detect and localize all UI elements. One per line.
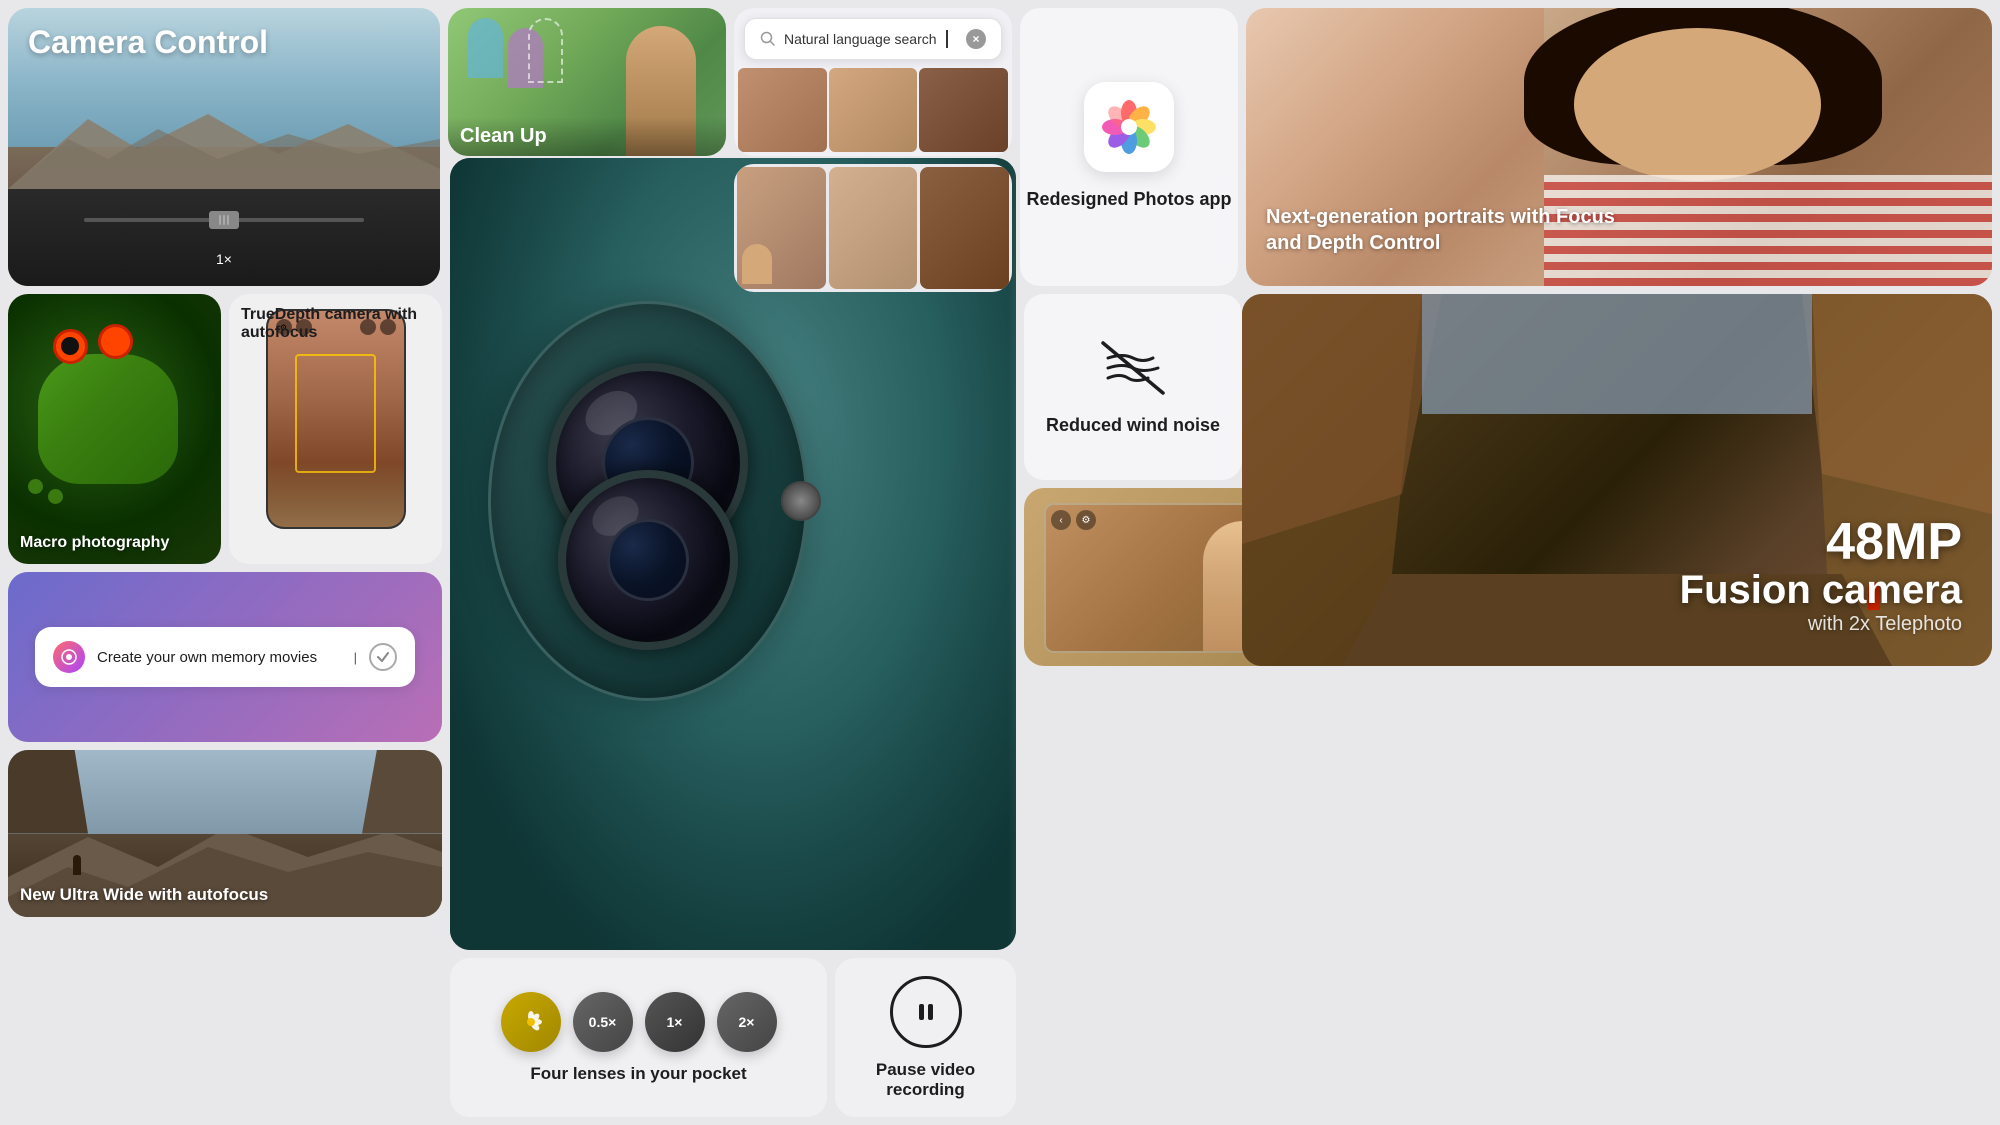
fusion-48mp-tile: 48MP Fusion camera with 2x Telephoto — [1242, 294, 1992, 666]
photos-icon-graphic — [1099, 97, 1159, 157]
page: 1× Camera Control Clean Up — [0, 0, 2000, 1125]
macro-tile: Macro photography — [8, 294, 221, 564]
macro-title: Macro photography — [20, 534, 169, 552]
camera-control-tile: 1× Camera Control — [8, 8, 440, 286]
one-zoom-label: 1× — [667, 1014, 683, 1030]
two-zoom-label: 2× — [739, 1014, 755, 1030]
search-icon — [760, 31, 776, 47]
fusion-subtitle: with 2x Telephoto — [1680, 613, 1962, 636]
truedepth-tile: ⚙ TrueDepth camera with autofocus — [229, 294, 442, 564]
checkmark-icon — [376, 650, 390, 664]
two-zoom-button[interactable]: 2× — [717, 992, 777, 1052]
wind-noise-tile: Reduced wind noise — [1024, 294, 1242, 480]
fusion-48mp-title: 48MP — [1680, 516, 1962, 568]
cursor-blink: | — [354, 650, 357, 665]
natural-language-search-bar[interactable]: Natural language search × — [744, 18, 1002, 60]
memory-movies-prompt: Create your own memory movies — [97, 649, 342, 666]
one-zoom-button[interactable]: 1× — [645, 992, 705, 1052]
portraits-title: Next-generation portraits with Focus and… — [1266, 204, 1616, 256]
macro-zoom-button[interactable] — [501, 992, 561, 1052]
pause-video-tile: Pause video recording — [835, 958, 1016, 1117]
zoom-level: 1× — [216, 251, 232, 267]
memory-movies-input[interactable]: Create your own memory movies | — [35, 627, 415, 687]
photos-app-title: Redesigned Photos app — [1026, 188, 1231, 211]
fusion-title-2: Fusion camera — [1680, 568, 1962, 613]
clean-up-title: Clean Up — [460, 125, 714, 148]
clean-up-tile: Clean Up — [448, 8, 726, 156]
clear-search-button[interactable]: × — [966, 29, 986, 49]
reduced-wind-icon — [1098, 338, 1168, 398]
wind-noise-icon — [1098, 338, 1168, 407]
camera-control-title: Camera Control — [28, 24, 268, 61]
photo-grid-tile — [734, 164, 1012, 292]
zoom-buttons: 0.5× 1× 2× — [501, 992, 777, 1052]
truedepth-title: TrueDepth camera with autofocus — [241, 306, 430, 342]
memory-movies-tile: Create your own memory movies | — [8, 572, 442, 742]
half-zoom-label: 0.5× — [589, 1014, 617, 1030]
ultra-wide-title: New Ultra Wide with autofocus — [20, 885, 268, 905]
search-tile: Natural language search × — [734, 8, 1012, 156]
confirm-button[interactable] — [369, 643, 397, 671]
four-lenses-tile: 0.5× 1× 2× Four lenses in your pocket — [450, 958, 827, 1117]
pause-icon — [914, 1000, 938, 1024]
pause-video-title: Pause video recording — [850, 1060, 1001, 1100]
four-lenses-title: Four lenses in your pocket — [530, 1064, 746, 1084]
apple-intelligence-icon — [53, 641, 85, 673]
photos-app-icon — [1084, 82, 1174, 172]
pause-video-button[interactable] — [890, 976, 962, 1048]
photos-app-tile: Redesigned Photos app — [1020, 8, 1238, 286]
half-zoom-button[interactable]: 0.5× — [573, 992, 633, 1052]
portraits-tile: Next-generation portraits with Focus and… — [1246, 8, 1992, 286]
ultra-wide-tile: New Ultra Wide with autofocus — [8, 750, 442, 917]
search-query: Natural language search — [784, 31, 937, 47]
wind-noise-title: Reduced wind noise — [1046, 415, 1220, 436]
